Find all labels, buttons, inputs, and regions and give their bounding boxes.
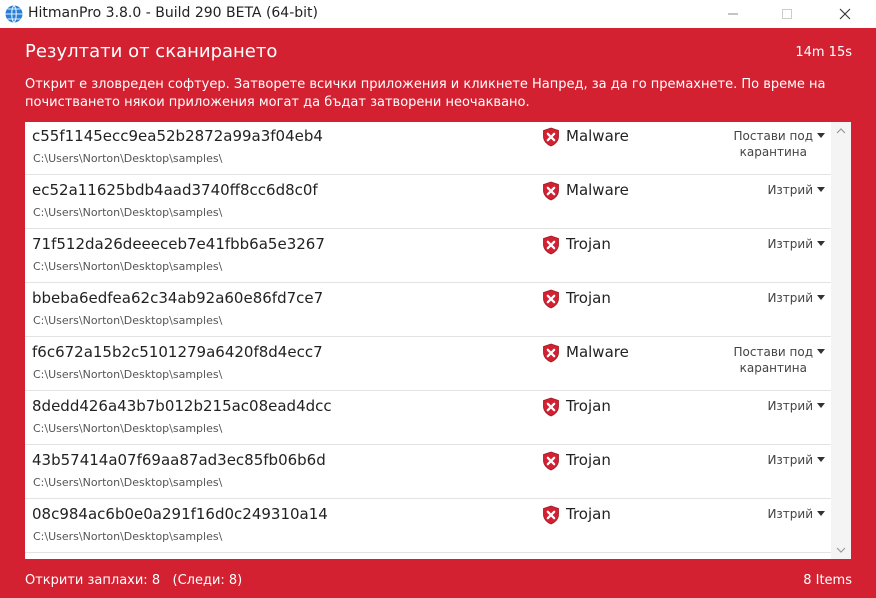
result-row[interactable]: 8dedd426a43b7b012b215ac08ead4dcc C:\Users… [25,392,831,445]
action-dropdown[interactable]: Изтрий [705,290,825,306]
threat-file-path: C:\Users\Norton\Desktop\samples\ [33,260,223,273]
shield-x-icon [543,343,559,363]
chevron-down-icon [836,547,846,553]
action-label: Изтрий [767,399,813,413]
close-button[interactable] [822,0,868,28]
threat-file-path: C:\Users\Norton\Desktop\samples\ [33,206,223,219]
chevron-up-icon [836,128,846,134]
caret-down-icon [817,187,825,192]
shield-x-icon [543,181,559,201]
scan-results-panel: Резултати от сканирането 14m 15s Открит … [0,28,876,598]
action-label: Постави под [733,345,813,359]
threat-type: Trojan [566,289,611,307]
shield-x-icon [543,127,559,147]
action-dropdown[interactable]: Изтрий [705,398,825,414]
warning-message: Открит е зловреден софтуер. Затворете вс… [25,77,826,110]
action-label: Изтрий [767,291,813,305]
threat-type: Trojan [566,397,611,415]
threat-file-name: 8dedd426a43b7b012b215ac08ead4dcc [32,397,332,415]
shield-x-icon [543,451,559,471]
threat-type: Trojan [566,505,611,523]
threat-type: Malware [566,127,629,145]
threat-file-name: 08c984ac6b0e0a291f16d0c249310a14 [32,505,328,523]
threat-file-path: C:\Users\Norton\Desktop\samples\ [33,476,223,489]
threat-file-path: C:\Users\Norton\Desktop\samples\ [33,314,223,327]
threat-type: Malware [566,343,629,361]
threat-file-name: ec52a11625bdb4aad3740ff8cc6d8c0f [32,181,318,199]
results-list: c55f1145ecc9ea52b2872a99a3f04eb4 C:\Users… [25,122,851,559]
action-dropdown[interactable]: Изтрий [705,236,825,252]
result-row[interactable]: f6c672a15b2c5101279a6420f8d4ecc7 C:\Users… [25,338,831,391]
caret-down-icon [817,403,825,408]
action-dropdown[interactable]: Изтрий [705,506,825,522]
shield-x-icon [543,235,559,255]
threat-file-name: 71f512da26deeeceb7e41fbb6a5e3267 [32,235,325,253]
result-row[interactable]: 08c984ac6b0e0a291f16d0c249310a14 C:\Users… [25,500,831,553]
minimize-icon [728,13,738,15]
shield-x-icon [543,505,559,525]
caret-down-icon [817,241,825,246]
threat-type: Malware [566,181,629,199]
threat-file-name: c55f1145ecc9ea52b2872a99a3f04eb4 [32,127,323,145]
caret-down-icon [817,295,825,300]
threat-file-name: f6c672a15b2c5101279a6420f8d4ecc7 [32,343,323,361]
action-label-continued: карантина [739,361,807,375]
scrollbar[interactable] [831,122,851,559]
threat-file-name: bbeba6edfea62c34ab92a60e86fd7ce7 [32,289,324,307]
action-dropdown[interactable]: Постави под карантина [705,128,825,160]
action-label: Изтрий [767,237,813,251]
caret-down-icon [817,457,825,462]
caret-down-icon [817,349,825,354]
action-label: Постави под [733,129,813,143]
window-title: HitmanPro 3.8.0 - Build 290 BETA (64-bit… [28,5,318,21]
threat-type: Trojan [566,235,611,253]
result-row[interactable]: bbeba6edfea62c34ab92a60e86fd7ce7 C:\Users… [25,284,831,337]
scroll-down-button[interactable] [831,541,851,559]
threats-found: Открити заплахи: 8 [25,573,161,588]
traces-count: (Следи: 8) [172,573,243,588]
page-title: Резултати от сканирането [25,41,278,62]
action-label-continued: карантина [739,145,807,159]
action-dropdown[interactable]: Изтрий [705,182,825,198]
elapsed-time: 14m 15s [795,45,852,60]
action-label: Изтрий [767,183,813,197]
threat-summary: Открити заплахи: 8 (Следи: 8) [25,573,242,588]
action-label: Изтрий [767,507,813,521]
shield-x-icon [543,397,559,417]
threat-type: Trojan [566,451,611,469]
action-dropdown[interactable]: Изтрий [705,452,825,468]
maximize-icon [782,9,792,19]
items-count: 8 Items [803,573,852,588]
threat-file-path: C:\Users\Norton\Desktop\samples\ [33,530,223,543]
caret-down-icon [817,511,825,516]
close-icon [839,8,851,20]
threat-file-path: C:\Users\Norton\Desktop\samples\ [33,152,223,165]
shield-x-icon [543,289,559,309]
result-row[interactable]: 43b57414a07f69aa87ad3ec85fb06b6d C:\Users… [25,446,831,499]
minimize-button[interactable] [710,0,756,28]
action-label: Изтрий [767,453,813,467]
title-bar: HitmanPro 3.8.0 - Build 290 BETA (64-bit… [0,0,876,28]
result-row[interactable]: c55f1145ecc9ea52b2872a99a3f04eb4 C:\Users… [25,122,831,175]
result-row[interactable]: 71f512da26deeeceb7e41fbb6a5e3267 C:\Users… [25,230,831,283]
maximize-button[interactable] [764,0,810,28]
threat-file-name: 43b57414a07f69aa87ad3ec85fb06b6d [32,451,326,469]
caret-down-icon [817,133,825,138]
scroll-up-button[interactable] [831,122,851,140]
threat-file-path: C:\Users\Norton\Desktop\samples\ [33,368,223,381]
action-dropdown[interactable]: Постави под карантина [705,344,825,376]
globe-icon [5,5,23,23]
threat-file-path: C:\Users\Norton\Desktop\samples\ [33,422,223,435]
result-row[interactable]: ec52a11625bdb4aad3740ff8cc6d8c0f C:\Users… [25,176,831,229]
